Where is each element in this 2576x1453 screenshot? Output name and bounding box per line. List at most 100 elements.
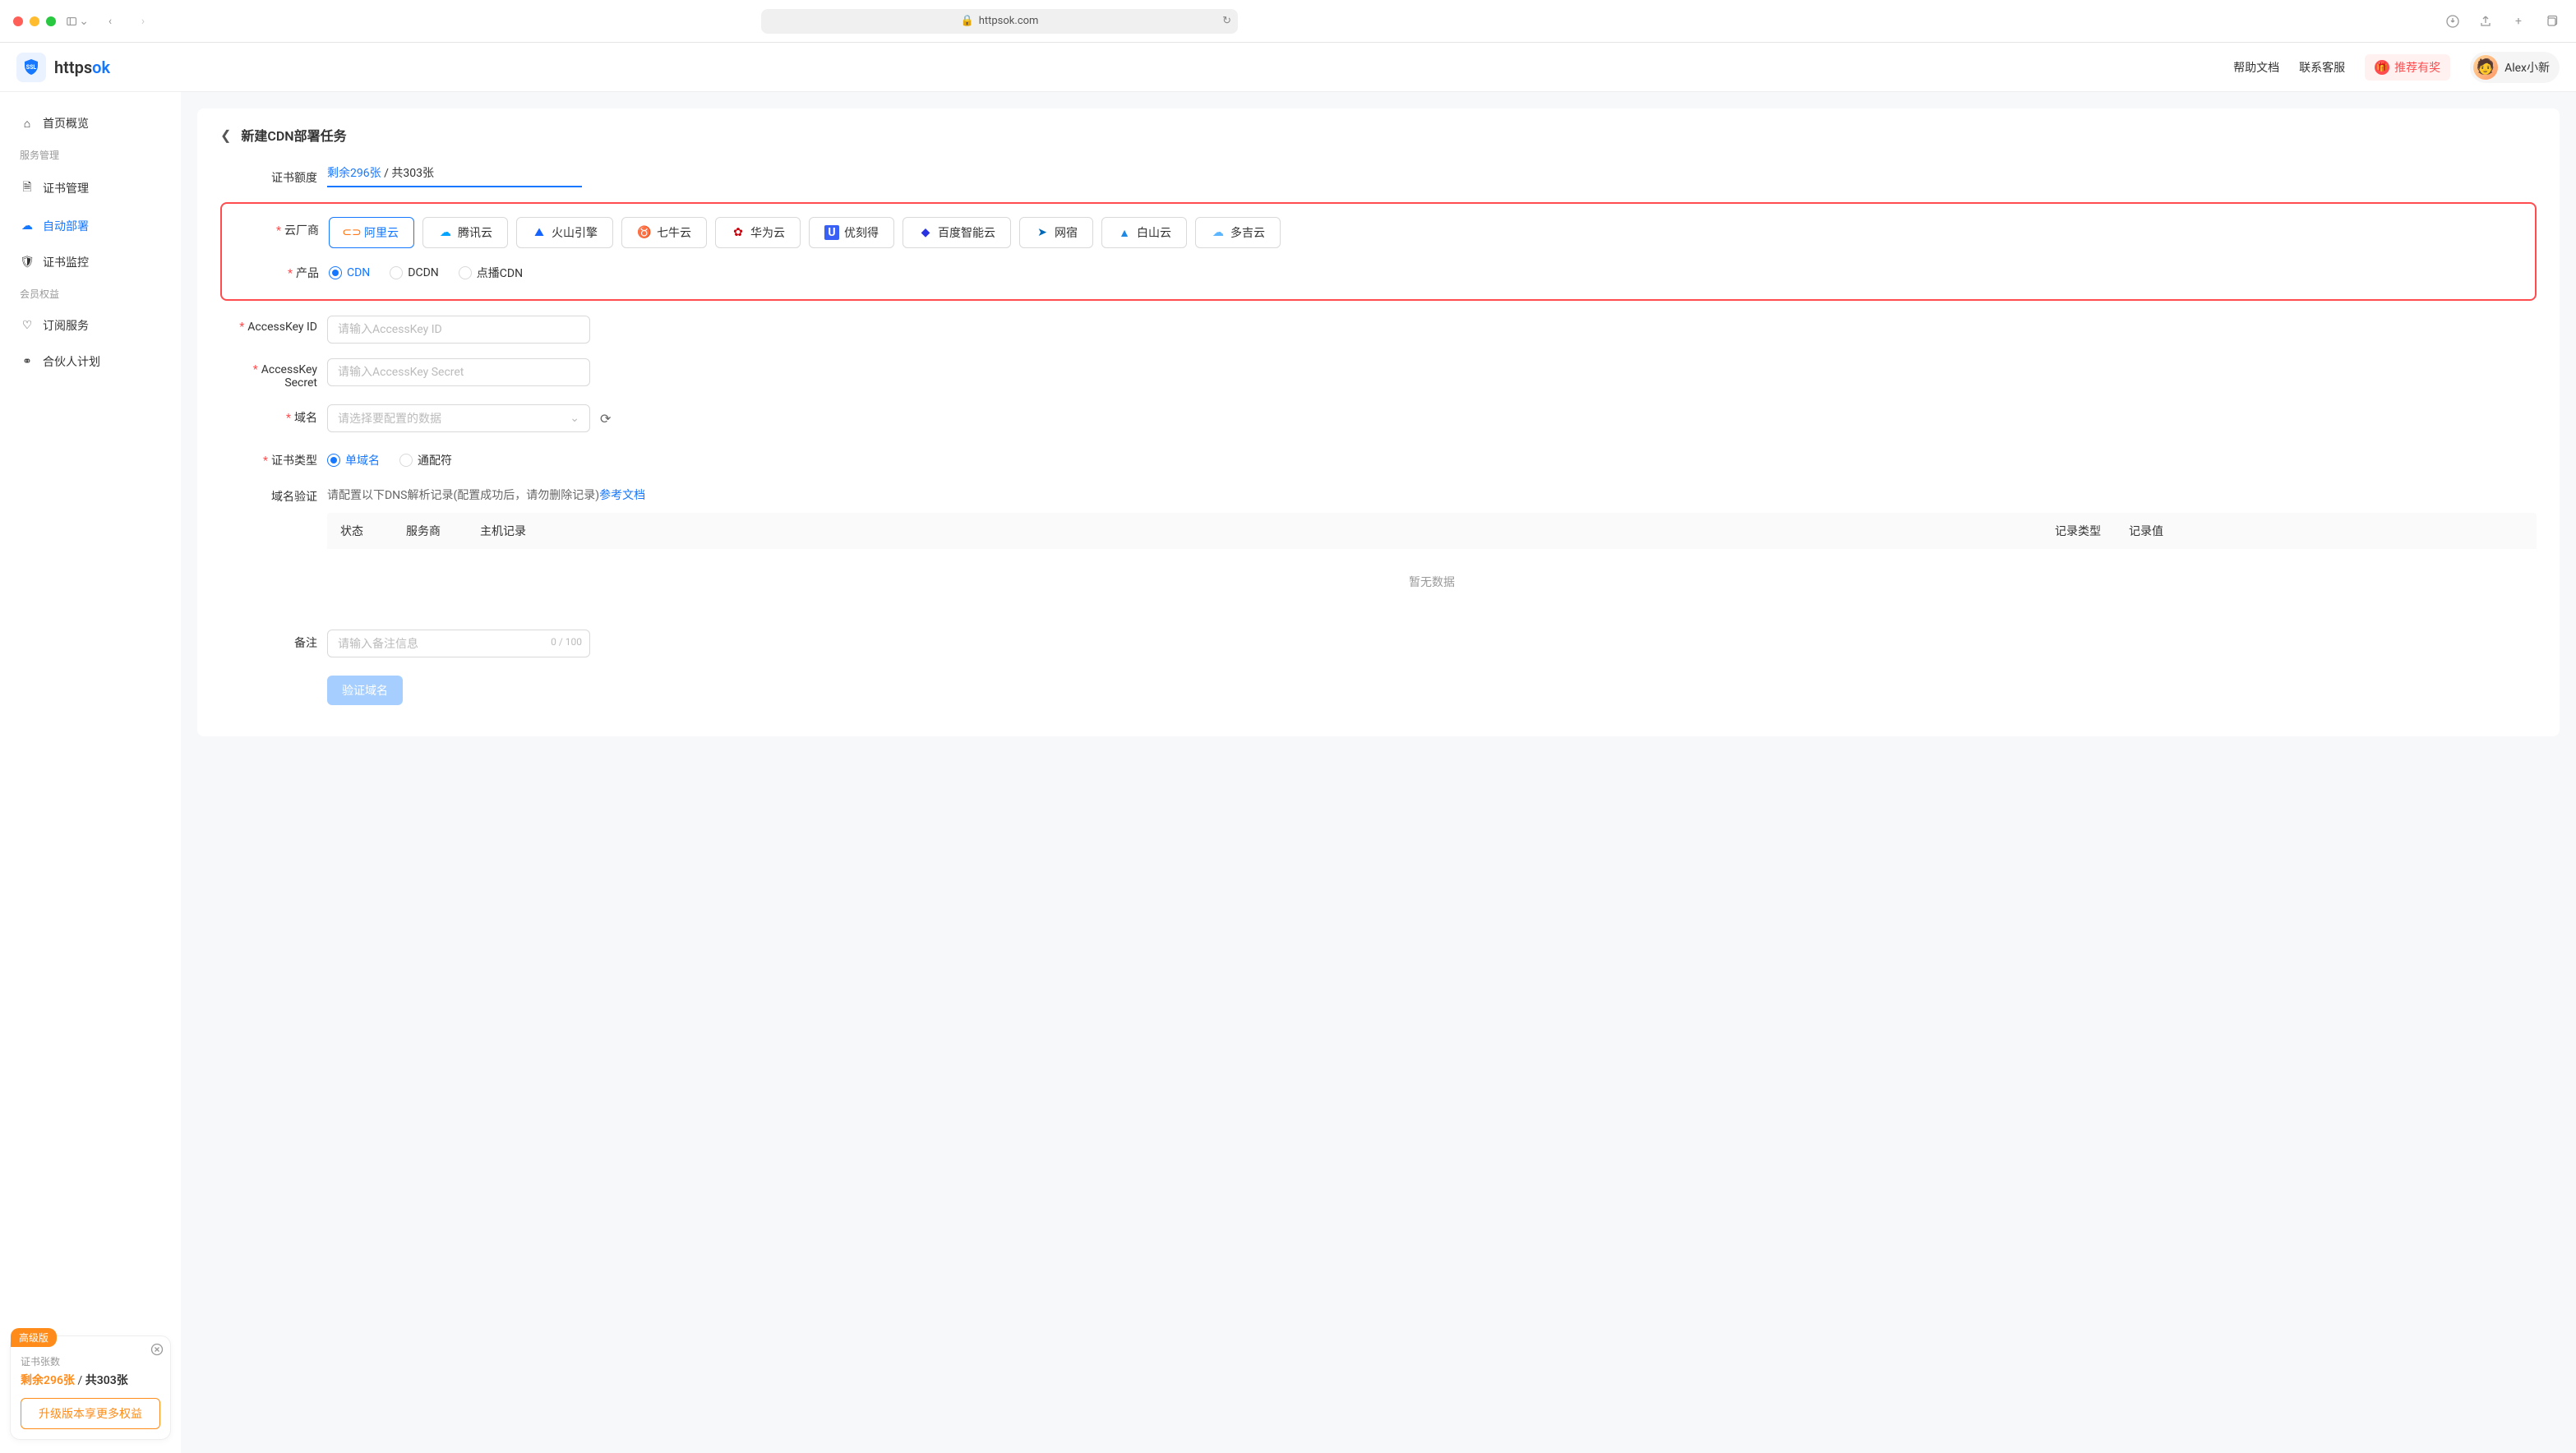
sidebar-item-home[interactable]: ⌂ 首页概览 xyxy=(0,105,181,141)
sidebar-item-subscribe[interactable]: ♡ 订阅服务 xyxy=(0,307,181,344)
promo-close-button[interactable] xyxy=(150,1343,164,1359)
baidu-icon: ◆ xyxy=(918,225,933,240)
refresh-icon[interactable]: ↻ xyxy=(1222,15,1231,27)
nav-forward-button[interactable]: › xyxy=(132,10,155,33)
cert-type-row: *证书类型 单域名 通配符 xyxy=(220,447,2537,468)
downloads-button[interactable] xyxy=(2441,10,2464,33)
partner-icon: ⚭ xyxy=(20,355,35,368)
provider-label: 云厂商 xyxy=(284,224,319,238)
col-value: 记录值 xyxy=(2129,523,2523,539)
back-button[interactable]: ❮ xyxy=(220,127,231,143)
dns-table-header: 状态 服务商 主机记录 记录类型 记录值 xyxy=(327,513,2537,549)
domain-placeholder: 请选择要配置的数据 xyxy=(338,410,441,427)
maximize-window-button[interactable] xyxy=(46,16,56,26)
cert-type-wildcard-radio[interactable]: 通配符 xyxy=(399,452,452,468)
promo-value: 剩余296张 / 共303张 xyxy=(21,1372,160,1388)
quota-remaining: 剩余296张 xyxy=(327,164,381,187)
provider-baishan[interactable]: ▲白山云 xyxy=(1101,217,1187,248)
sidebar-item-partner[interactable]: ⚭ 合伙人计划 xyxy=(0,344,181,380)
user-name: Alex小新 xyxy=(2504,59,2550,76)
help-docs-link[interactable]: 帮助文档 xyxy=(2233,59,2279,76)
logo[interactable]: SSL httpsok xyxy=(16,53,110,82)
remark-char-count: 0 / 100 xyxy=(551,636,582,648)
accesskey-secret-row: *AccessKey Secret xyxy=(220,358,2537,390)
product-row: *产品 CDN DCDN 点播CDN xyxy=(222,260,2535,281)
page-title: 新建CDN部署任务 xyxy=(241,125,346,145)
product-cdn-radio[interactable]: CDN xyxy=(329,266,370,279)
cert-type-radio-group: 单域名 通配符 xyxy=(327,447,2537,468)
heart-icon: ♡ xyxy=(20,319,35,332)
deploy-icon: ☁ xyxy=(20,219,35,233)
volcano-icon: ⛰ xyxy=(532,225,547,240)
radio-icon xyxy=(390,266,403,279)
sidebar-item-cert-monitor[interactable]: 🛡 证书监控 xyxy=(0,244,181,280)
browser-chrome: ⌄ ‹ › 🔒 httpsok.com ↻ + xyxy=(0,0,2576,43)
domain-select[interactable]: 请选择要配置的数据 ⌄ xyxy=(327,404,590,432)
quota-total: 共303张 xyxy=(391,167,434,180)
recommend-button[interactable]: 🎁 推荐有奖 xyxy=(2365,54,2450,81)
upgrade-button[interactable]: 升级版本享更多权益 xyxy=(21,1398,160,1429)
sidebar-item-label: 合伙人计划 xyxy=(43,353,100,370)
tencent-icon: ☁ xyxy=(438,225,453,240)
main-content: ❮ 新建CDN部署任务 证书额度 剩余296张 / 共303张 *云厂商 xyxy=(181,92,2576,1453)
avatar: 🧑 xyxy=(2473,55,2498,80)
chevron-down-icon: ⌄ xyxy=(570,412,579,425)
provider-wangsu[interactable]: ➤网宿 xyxy=(1019,217,1093,248)
domain-refresh-button[interactable]: ⟳ xyxy=(600,411,611,427)
domain-row: *域名 请选择要配置的数据 ⌄ ⟳ xyxy=(220,404,2537,432)
promo-total: 共303张 xyxy=(85,1374,128,1387)
sidebar-toggle-button[interactable]: ⌄ xyxy=(66,10,89,33)
provider-ucloud[interactable]: U优刻得 xyxy=(809,217,894,248)
verify-domain-button[interactable]: 验证域名 xyxy=(327,676,403,705)
submit-row: 验证域名 xyxy=(220,676,2537,705)
sidebar-item-label: 自动部署 xyxy=(43,218,89,234)
sidebar-section-service: 服务管理 xyxy=(0,141,181,168)
quota-row: 证书额度 剩余296张 / 共303张 xyxy=(220,164,2537,187)
provider-baidu[interactable]: ◆百度智能云 xyxy=(903,217,1011,248)
accesskey-id-label: AccessKey ID xyxy=(247,321,317,334)
product-dcdn-radio[interactable]: DCDN xyxy=(390,266,438,279)
provider-huawei[interactable]: ✿华为云 xyxy=(715,217,801,248)
dns-table-empty: 暂无数据 xyxy=(327,549,2537,615)
radio-icon xyxy=(399,454,413,467)
provider-volcano[interactable]: ⛰火山引擎 xyxy=(516,217,613,248)
contact-support-link[interactable]: 联系客服 xyxy=(2299,59,2345,76)
highlighted-section: *云厂商 ⊂⊃阿里云 ☁腾讯云 ⛰火山引擎 ♉七牛云 ✿华为云 U优刻得 ◆百度… xyxy=(220,202,2537,301)
baishan-icon: ▲ xyxy=(1117,225,1132,240)
promo-label: 证书张数 xyxy=(21,1354,160,1368)
provider-aliyun[interactable]: ⊂⊃阿里云 xyxy=(329,217,414,248)
user-menu[interactable]: 🧑 Alex小新 xyxy=(2470,52,2560,83)
accesskey-secret-input[interactable] xyxy=(327,358,590,386)
sidebar-item-auto-deploy[interactable]: ☁ 自动部署 xyxy=(0,208,181,244)
aliyun-icon: ⊂⊃ xyxy=(344,225,359,240)
accesskey-id-input[interactable] xyxy=(327,316,590,344)
new-tab-button[interactable]: + xyxy=(2507,10,2530,33)
cert-type-label: 证书类型 xyxy=(271,454,317,468)
tabs-button[interactable] xyxy=(2540,10,2563,33)
minimize-window-button[interactable] xyxy=(30,16,39,26)
dns-docs-link[interactable]: 参考文档 xyxy=(599,489,645,502)
sidebar-item-label: 证书管理 xyxy=(43,180,89,196)
app-bar: SSL httpsok 帮助文档 联系客服 🎁 推荐有奖 🧑 Alex小新 xyxy=(0,43,2576,92)
provider-dogecloud[interactable]: ☁多吉云 xyxy=(1195,217,1281,248)
window-controls xyxy=(13,16,56,26)
close-window-button[interactable] xyxy=(13,16,23,26)
address-bar[interactable]: 🔒 httpsok.com ↻ xyxy=(761,9,1238,34)
promo-badge: 高级版 xyxy=(11,1328,57,1347)
wangsu-icon: ➤ xyxy=(1035,225,1050,240)
share-button[interactable] xyxy=(2474,10,2497,33)
gift-icon: 🎁 xyxy=(2375,60,2389,75)
qiniu-icon: ♉ xyxy=(637,225,652,240)
dns-verify-row: 域名验证 请配置以下DNS解析记录(配置成功后，请勿删除记录)参考文档 状态 服… xyxy=(220,483,2537,615)
provider-qiniu[interactable]: ♉七牛云 xyxy=(621,217,707,248)
cert-type-single-radio[interactable]: 单域名 xyxy=(327,452,380,468)
recommend-label: 推荐有奖 xyxy=(2394,59,2440,76)
sidebar-section-member: 会员权益 xyxy=(0,280,181,307)
logo-icon: SSL xyxy=(16,53,46,82)
product-vodcdn-radio[interactable]: 点播CDN xyxy=(459,265,523,281)
sidebar-item-cert-manage[interactable]: 🗎 证书管理 xyxy=(0,168,181,208)
domain-label: 域名 xyxy=(294,412,317,425)
provider-tencent[interactable]: ☁腾讯云 xyxy=(422,217,508,248)
nav-back-button[interactable]: ‹ xyxy=(99,10,122,33)
quota-label: 证书额度 xyxy=(220,164,327,186)
